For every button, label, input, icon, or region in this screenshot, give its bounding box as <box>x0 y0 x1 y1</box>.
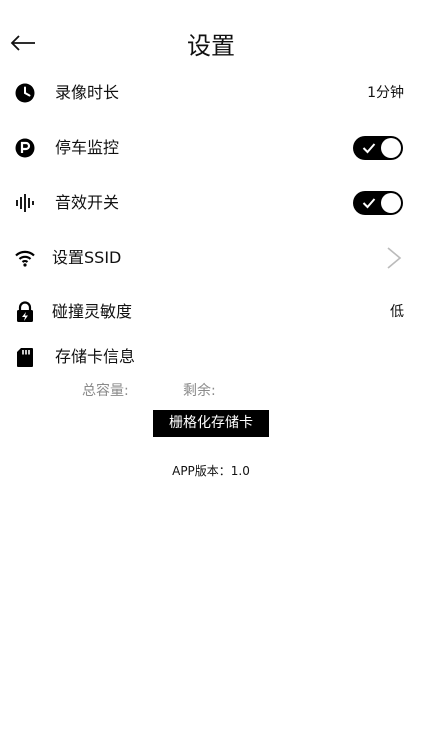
toggle-knob <box>381 138 401 158</box>
storage-info-label: 存储卡信息 <box>55 347 136 366</box>
record-duration-label: 录像时长 <box>55 83 120 102</box>
sound-effect-toggle[interactable] <box>353 191 403 215</box>
collision-sensitivity-row[interactable]: 碰撞灵敏度 低 <box>0 290 422 334</box>
sound-effect-row: 音效开关 <box>0 181 422 225</box>
sound-effect-label: 音效开关 <box>55 193 120 212</box>
parking-monitor-toggle[interactable] <box>353 136 403 160</box>
settings-page: 设置 录像时长 1分钟 停车监控 音效开关 设置SSID 碰撞灵敏度 低 存储卡… <box>0 0 422 750</box>
ssid-label: 设置SSID <box>52 248 122 267</box>
check-icon <box>362 198 376 209</box>
sound-wave-icon <box>16 194 34 212</box>
toggle-knob <box>381 193 401 213</box>
remaining-label: 剩余: <box>183 383 216 399</box>
parking-icon <box>15 138 35 158</box>
app-version: APP版本：1.0 <box>172 464 250 478</box>
page-title: 设置 <box>187 32 235 60</box>
check-icon <box>362 143 376 154</box>
record-duration-row[interactable]: 录像时长 1分钟 <box>0 71 422 115</box>
collision-sensitivity-value: 低 <box>390 304 404 320</box>
ssid-row[interactable]: 设置SSID <box>0 236 422 280</box>
parking-monitor-label: 停车监控 <box>55 138 120 157</box>
total-capacity-label: 总容量: <box>82 383 129 399</box>
storage-info-row: 存储卡信息 <box>0 335 422 379</box>
clock-icon <box>15 83 35 103</box>
chevron-right-icon <box>387 247 402 269</box>
collision-sensitivity-label: 碰撞灵敏度 <box>52 302 133 321</box>
format-storage-button[interactable]: 栅格化存储卡 <box>153 410 269 437</box>
wifi-icon <box>15 250 35 267</box>
parking-monitor-row: 停车监控 <box>0 126 422 170</box>
record-duration-value: 1分钟 <box>367 85 404 101</box>
lock-bolt-icon <box>17 301 33 322</box>
sd-card-icon <box>17 348 33 367</box>
